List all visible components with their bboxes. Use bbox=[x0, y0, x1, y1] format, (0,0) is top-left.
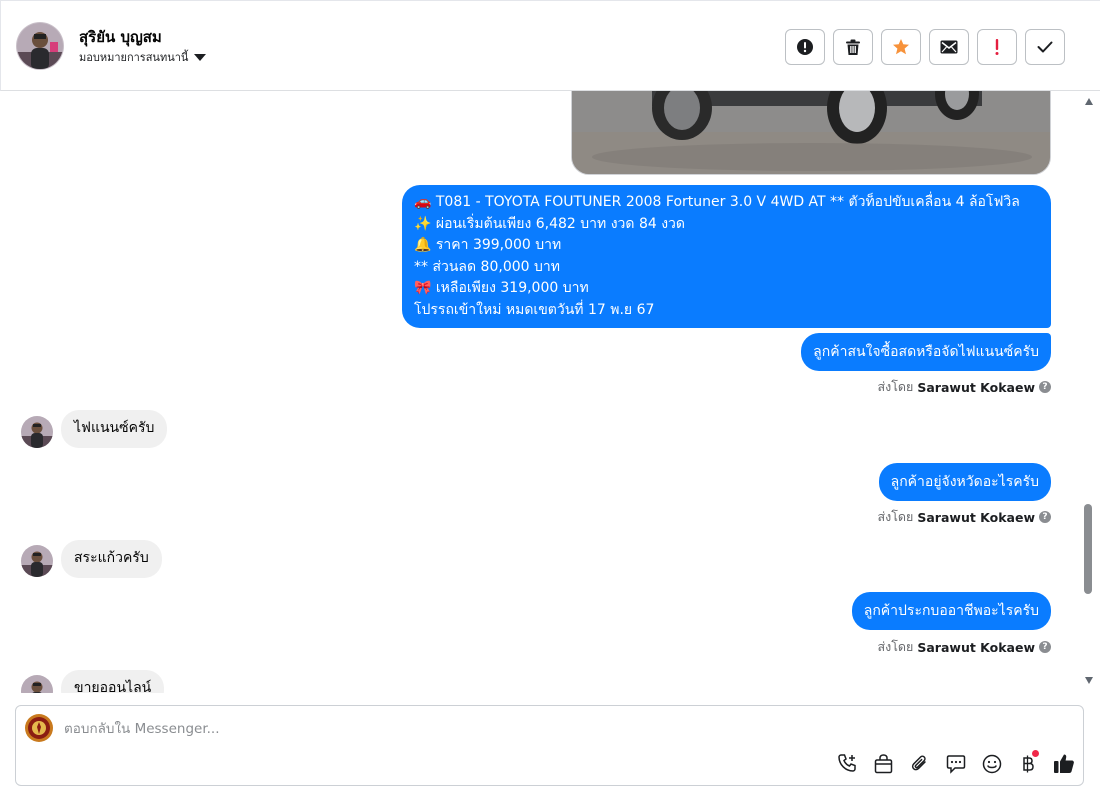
star-button[interactable] bbox=[881, 29, 921, 65]
sent-by-prefix: ส่งโดย bbox=[877, 509, 914, 524]
sent-by-name[interactable]: Sarawut Kokaew bbox=[917, 640, 1035, 655]
header-actions bbox=[785, 29, 1065, 65]
composer-toolbar bbox=[836, 750, 1075, 775]
sent-by-label: ส่งโดย Sarawut Kokaew ? bbox=[877, 377, 1051, 397]
page-avatar bbox=[25, 714, 53, 742]
outgoing-message-bubble[interactable]: ลูกค้าอยู่จังหวัดอะไรครับ bbox=[878, 463, 1051, 501]
sent-by-label: ส่งโดย Sarawut Kokaew ? bbox=[877, 507, 1051, 527]
shop-button[interactable] bbox=[872, 752, 895, 775]
incoming-message-bubble[interactable]: ขายออนไลน์ bbox=[61, 670, 165, 693]
incoming-message-bubble[interactable]: สระแก้วครับ bbox=[61, 540, 162, 578]
listing-line-3: 🔔 ราคา 399,000 บาท bbox=[414, 237, 562, 253]
scroll-up-arrow-icon[interactable] bbox=[1085, 98, 1093, 105]
sent-by-name[interactable]: Sarawut Kokaew bbox=[917, 510, 1035, 525]
sent-by-prefix: ส่งโดย bbox=[877, 639, 914, 654]
customer-avatar-small[interactable] bbox=[21, 416, 53, 448]
message-composer bbox=[15, 705, 1084, 786]
alert-circle-icon bbox=[797, 39, 813, 55]
listing-line-5: 🎀 เหลือเพียง 319,000 บาท bbox=[414, 280, 589, 296]
mark-spam-button[interactable] bbox=[785, 29, 825, 65]
thumbs-up-icon bbox=[1053, 754, 1074, 773]
customer-avatar-small[interactable] bbox=[21, 545, 53, 577]
exclamation-icon bbox=[995, 39, 999, 55]
assign-label: มอบหมายการสนทนานี้ bbox=[79, 51, 189, 64]
shopping-bag-icon bbox=[874, 753, 893, 773]
sent-by-name[interactable]: Sarawut Kokaew bbox=[917, 380, 1035, 395]
send-like-button[interactable] bbox=[1052, 752, 1075, 775]
attach-button[interactable] bbox=[908, 752, 931, 775]
incoming-message-bubble[interactable]: ไฟแนนซ์ครับ bbox=[61, 410, 168, 448]
check-icon bbox=[1037, 41, 1053, 53]
paperclip-icon bbox=[911, 755, 926, 770]
star-icon bbox=[893, 39, 909, 55]
emoji-button[interactable] bbox=[980, 752, 1003, 775]
listing-line-2: ✨ ผ่อนเริ่มต้นเพียง 6,482 บาท งวด 84 งวด bbox=[414, 215, 686, 232]
help-icon[interactable]: ? bbox=[1039, 511, 1051, 523]
outgoing-message-bubble[interactable]: ลูกค้าสนใจซื้อสดหรือจัดไฟแนนซ์ครับ bbox=[801, 333, 1051, 371]
follow-up-button[interactable] bbox=[977, 29, 1017, 65]
help-icon[interactable]: ? bbox=[1039, 381, 1051, 393]
phone-plus-icon bbox=[838, 754, 856, 772]
sent-by-label: ส่งโดย Sarawut Kokaew ? bbox=[877, 637, 1051, 657]
saved-reply-icon bbox=[946, 754, 965, 774]
outgoing-message-bubble[interactable]: ลูกค้าประกบออาชีพอะไรครับ bbox=[851, 592, 1051, 630]
notification-dot bbox=[1032, 750, 1039, 757]
listing-line-4: ** ส่วนลด 80,000 บาท bbox=[414, 258, 560, 275]
customer-avatar-small[interactable] bbox=[21, 675, 53, 693]
mark-done-button[interactable] bbox=[1025, 29, 1065, 65]
listing-line-1: 🚗 T081 - TOYOTA FOUTUNER 2008 Fortuner 3… bbox=[414, 194, 1020, 210]
listing-message-bubble[interactable]: 🚗 T081 - TOYOTA FOUTUNER 2008 Fortuner 3… bbox=[402, 185, 1051, 328]
message-thread[interactable]: 🚗 T081 - TOYOTA FOUTUNER 2008 Fortuner 3… bbox=[0, 91, 1080, 693]
help-icon[interactable]: ? bbox=[1039, 641, 1051, 653]
reply-input[interactable] bbox=[64, 718, 964, 740]
emoji-icon bbox=[982, 754, 1001, 773]
caret-down-icon bbox=[194, 54, 207, 61]
customer-name[interactable]: สุริยัน บุญสม bbox=[79, 25, 162, 49]
mark-unread-button[interactable] bbox=[929, 29, 969, 65]
saved-reply-button[interactable] bbox=[944, 752, 967, 775]
envelope-icon bbox=[940, 40, 958, 54]
call-button[interactable] bbox=[836, 752, 859, 775]
scrollbar-thumb[interactable] bbox=[1084, 504, 1092, 594]
assign-conversation-dropdown[interactable]: มอบหมายการสนทนานี้ bbox=[79, 48, 207, 66]
trash-icon bbox=[846, 39, 860, 55]
vehicle-photo[interactable] bbox=[571, 91, 1051, 175]
scroll-down-arrow-icon[interactable] bbox=[1085, 677, 1093, 684]
sent-by-prefix: ส่งโดย bbox=[877, 379, 914, 394]
conversation-header: สุริยัน บุญสม มอบหมายการสนทนานี้ bbox=[0, 0, 1100, 91]
thread-scrollbar[interactable] bbox=[1080, 91, 1100, 693]
payment-button[interactable] bbox=[1016, 750, 1039, 775]
payment-baht-icon bbox=[1022, 755, 1034, 772]
delete-button[interactable] bbox=[833, 29, 873, 65]
listing-line-6: โปรรถเข้าใหม่ หมดเขตวันที่ 17 พ.ย 67 bbox=[414, 301, 655, 318]
customer-avatar[interactable] bbox=[16, 22, 64, 70]
